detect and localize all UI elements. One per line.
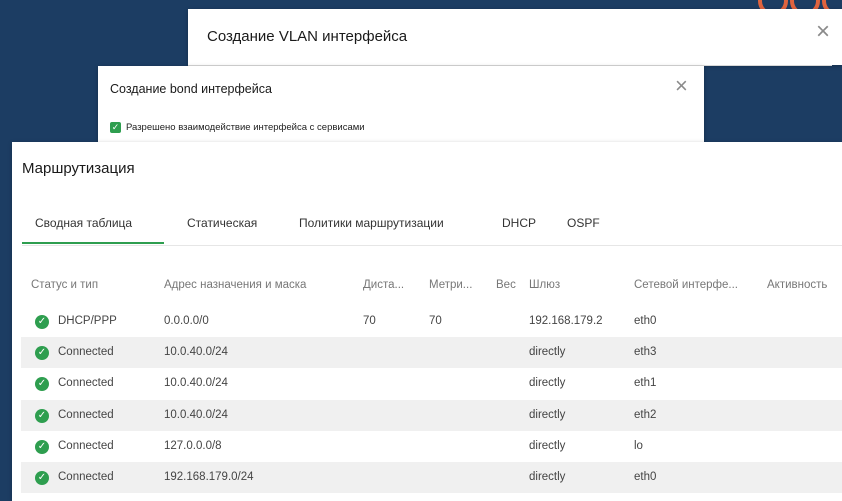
cell-status-type: Connected: [58, 377, 114, 390]
cell-status-type: DHCP/PPP: [58, 315, 117, 327]
tab-static[interactable]: Статическая: [187, 216, 257, 230]
cell-distance: 70: [363, 315, 376, 327]
vlan-dialog: Создание VLAN интерфейса ×: [188, 9, 842, 66]
table-row[interactable]: ✓ Connected 10.0.40.0/24 directly eth3: [21, 337, 842, 369]
checkbox-label: Разрешено взаимодействие интерфейса с се…: [126, 122, 365, 133]
cell-destination: 10.0.40.0/24: [164, 377, 228, 390]
bond-dialog: Создание bond интерфейса × ✓ Разрешено в…: [98, 66, 704, 144]
check-circle-icon: ✓: [35, 408, 49, 423]
bond-dialog-title: Создание bond интерфейса: [110, 82, 272, 96]
check-circle-icon: ✓: [35, 346, 49, 361]
table-row[interactable]: ✓ DHCP/PPP 0.0.0.0/0 70 70 192.168.179.2 eth0: [21, 306, 842, 337]
column-header-distance[interactable]: Диста...: [363, 279, 404, 291]
cell-destination: 127.0.0.0/8: [164, 439, 222, 452]
tab-routing-policies[interactable]: Политики маршрутизации: [299, 216, 444, 230]
tab-ospf[interactable]: OSPF: [567, 216, 600, 230]
services-interaction-checkbox-row[interactable]: ✓ Разрешено взаимодействие интерфейса с …: [110, 122, 365, 133]
cell-metric: 70: [429, 315, 442, 327]
routing-dialog: Маршрутизация Сводная таблица Статическа…: [12, 142, 842, 501]
cell-interface: eth2: [634, 408, 657, 421]
column-header-activity[interactable]: Активность: [767, 279, 827, 291]
column-header-interface[interactable]: Сетевой интерфе...: [634, 279, 738, 291]
check-circle-icon: ✓: [35, 315, 49, 329]
divider: [22, 245, 842, 246]
routes-table-body: ✓ DHCP/PPP 0.0.0.0/0 70 70 192.168.179.2 eth0 ✓…: [21, 306, 842, 494]
column-header-status-type[interactable]: Статус и тип: [31, 279, 98, 291]
cell-gateway: directly: [529, 408, 566, 421]
table-row[interactable]: ✓ Connected 10.0.40.0/24 directly eth2: [21, 399, 842, 431]
cell-gateway: directly: [529, 439, 566, 452]
cell-destination: 10.0.40.0/24: [164, 346, 228, 359]
vlan-dialog-title: Создание VLAN интерфейса: [207, 28, 408, 45]
cell-status-type: Connected: [58, 439, 114, 452]
close-icon[interactable]: ×: [816, 20, 830, 44]
cell-destination: 10.0.40.0/24: [164, 408, 228, 421]
cell-interface: eth3: [634, 346, 657, 359]
column-header-metric[interactable]: Метри...: [429, 279, 472, 291]
column-header-gateway[interactable]: Шлюз: [529, 279, 560, 291]
cell-gateway: directly: [529, 377, 566, 390]
cell-interface: eth1: [634, 377, 657, 390]
cell-gateway: 192.168.179.2: [529, 315, 603, 327]
column-header-destination[interactable]: Адрес назначения и маска: [164, 279, 306, 291]
cell-gateway: directly: [529, 346, 566, 359]
check-circle-icon: ✓: [35, 470, 49, 485]
table-header: Статус и тип Адрес назначения и маска Ди…: [12, 270, 842, 300]
cell-status-type: Connected: [58, 470, 114, 483]
cell-interface: eth0: [634, 315, 657, 327]
checkbox-checked-icon[interactable]: ✓: [110, 122, 121, 133]
active-tab-indicator: [22, 242, 164, 244]
column-header-weight[interactable]: Вес: [496, 279, 516, 291]
cell-status-type: Connected: [58, 346, 114, 359]
close-icon[interactable]: ×: [675, 75, 688, 97]
cell-interface: eth0: [634, 470, 657, 483]
cell-destination: 192.168.179.0/24: [164, 470, 254, 483]
table-row[interactable]: ✓ Connected 127.0.0.0/8 directly lo: [21, 431, 842, 462]
tab-dhcp[interactable]: DHCP: [502, 216, 536, 230]
table-row[interactable]: ✓ Connected 192.168.179.0/24 directly eth0: [21, 461, 842, 494]
check-circle-icon: ✓: [35, 439, 49, 454]
tab-summary[interactable]: Сводная таблица: [35, 216, 132, 230]
routing-dialog-title: Маршрутизация: [22, 160, 135, 177]
cell-interface: lo: [634, 439, 643, 452]
table-row[interactable]: ✓ Connected 10.0.40.0/24 directly eth1: [21, 368, 842, 399]
cell-destination: 0.0.0.0/0: [164, 315, 209, 327]
cell-gateway: directly: [529, 470, 566, 483]
cell-status-type: Connected: [58, 408, 114, 421]
check-circle-icon: ✓: [35, 377, 49, 392]
